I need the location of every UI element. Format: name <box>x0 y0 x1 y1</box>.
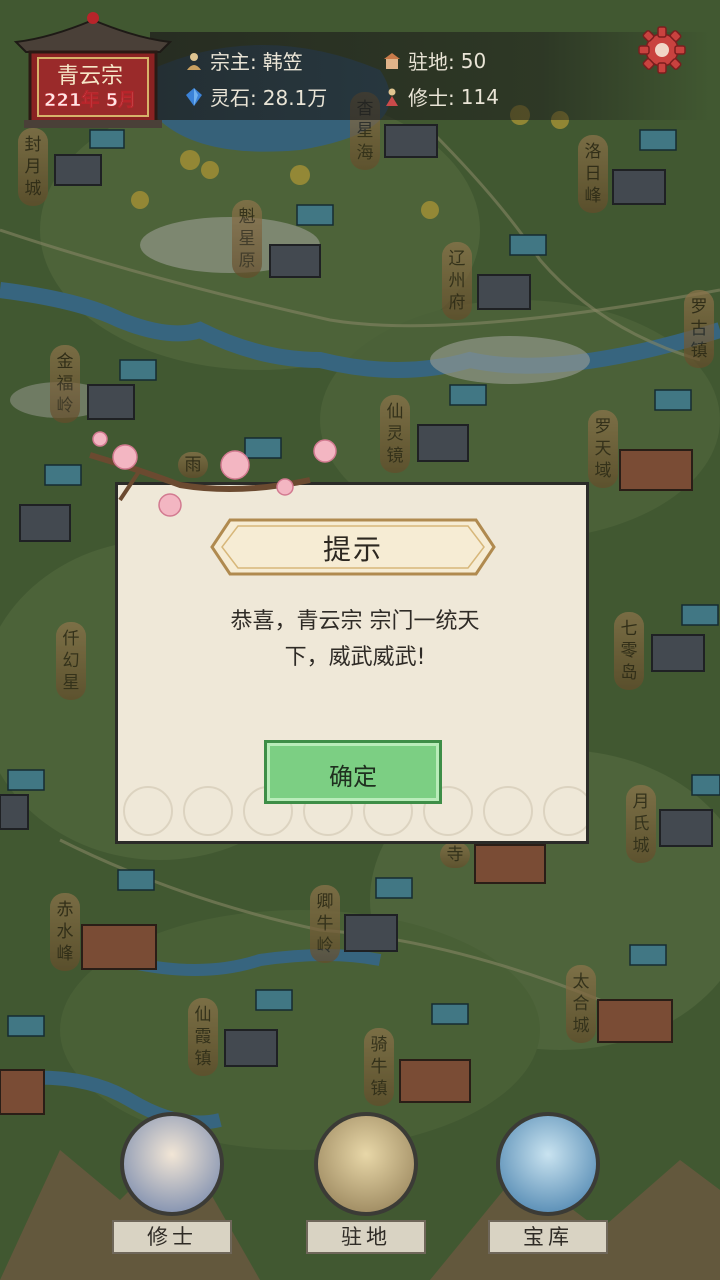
cultivator-portrait <box>120 1112 224 1216</box>
dialog-title: 提示 <box>322 533 383 566</box>
nav-treasury-button[interactable]: 宝库 <box>488 1112 608 1262</box>
nav-cultivators-button[interactable]: 修士 <box>112 1112 232 1262</box>
leader-name: 韩笠 <box>262 50 303 74</box>
spirit-stone-value: 28.1万 <box>262 86 328 110</box>
confirm-button[interactable]: 确定 <box>264 740 442 804</box>
territory-stat: 驻地: 50 <box>382 46 486 75</box>
territory-value: 50 <box>460 48 487 73</box>
plum-blossom-branch <box>89 431 337 517</box>
nav-label: 驻地 <box>306 1220 426 1254</box>
game-date: 221年 5月 <box>43 90 137 112</box>
cultivator-label: 修士: <box>408 86 455 110</box>
gem-icon <box>186 87 202 106</box>
treasure-bag-icon <box>496 1112 600 1216</box>
settings-gear-icon[interactable] <box>636 24 688 76</box>
nav-label: 宝库 <box>488 1220 608 1254</box>
confirm-button-label: 确定 <box>329 763 377 791</box>
fortress-icon <box>314 1112 418 1216</box>
cultivator-stat: 修士: 114 <box>382 82 499 111</box>
cultivator-value: 114 <box>460 84 499 109</box>
dialog-message-line: 下，威武威武! <box>284 645 426 670</box>
leader-label: 宗主: <box>210 50 257 74</box>
cultivator-icon <box>386 88 398 106</box>
spirit-stone-stat: 灵石: 28.1万 <box>184 82 327 111</box>
building-icon <box>384 52 400 69</box>
spirit-stone-label: 灵石: <box>210 86 257 110</box>
person-icon <box>187 52 201 70</box>
leader-stat: 宗主: 韩笠 <box>184 46 303 75</box>
nav-label: 修士 <box>112 1220 232 1254</box>
territory-label: 驻地: <box>408 50 455 74</box>
nav-territory-button[interactable]: 驻地 <box>306 1112 426 1262</box>
dialog-message: 恭喜，青云宗 宗门一统天 下，威武威武! <box>190 604 520 676</box>
dialog-message-line: 恭喜，青云宗 宗门一统天 <box>230 609 480 634</box>
